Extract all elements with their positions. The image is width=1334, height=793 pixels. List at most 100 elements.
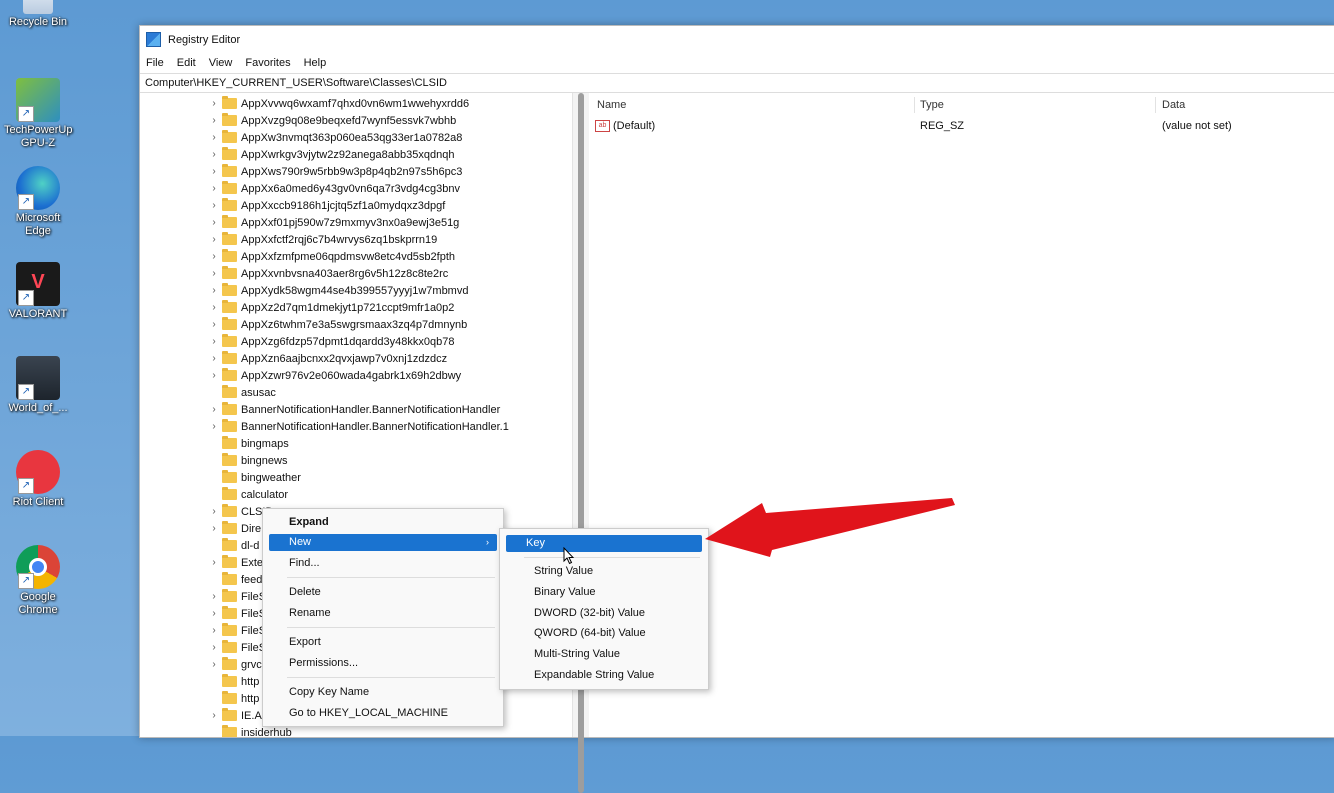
- desktop-icon-world-of[interactable]: ↗ World_of_...: [4, 356, 72, 415]
- chevron-right-icon[interactable]: ›: [208, 336, 220, 347]
- chevron-right-icon[interactable]: ›: [208, 642, 220, 653]
- submenu-item-multi-string-value[interactable]: Multi-String Value: [500, 646, 708, 663]
- tree-item[interactable]: http: [208, 690, 259, 707]
- chevron-right-icon[interactable]: ›: [208, 98, 220, 109]
- desktop-icon-recycle-bin[interactable]: Recycle Bin: [4, 0, 72, 29]
- submenu-item-qword-value[interactable]: QWORD (64-bit) Value: [500, 625, 708, 642]
- tree-item[interactable]: › Dire: [208, 520, 261, 537]
- tree-item[interactable]: › AppXws790r9w5rbb9w3p8p4qb2n97s5h6pc3: [208, 163, 462, 180]
- chevron-right-icon[interactable]: ›: [208, 183, 220, 194]
- tree-item[interactable]: › BannerNotificationHandler.BannerNotific…: [208, 401, 500, 418]
- tree-item[interactable]: › AppXxvnbvsna403aer8rg6v5h12z8c8te2rc: [208, 265, 448, 282]
- tree-item[interactable]: asusac: [208, 384, 276, 401]
- column-header-data[interactable]: Data: [1162, 99, 1185, 111]
- tree-item[interactable]: › AppXvzg9q08e9beqxefd7wynf5essvk7wbhb: [208, 112, 456, 129]
- tree-item[interactable]: › AppXx6a0med6y43gv0vn6qa7r3vdg4cg3bnv: [208, 180, 460, 197]
- tree-item[interactable]: › IE.As: [208, 707, 267, 724]
- chevron-right-icon[interactable]: ›: [208, 115, 220, 126]
- chevron-right-icon[interactable]: ›: [208, 608, 220, 619]
- tree-item[interactable]: dl-d: [208, 537, 259, 554]
- desktop-icon-edge[interactable]: ↗ Microsoft Edge: [4, 166, 72, 238]
- menu-item-goto-hklm[interactable]: Go to HKEY_LOCAL_MACHINE: [263, 705, 503, 722]
- tree-item[interactable]: › FileS: [208, 605, 266, 622]
- tree-item[interactable]: › AppXzn6aajbcnxx2qvxjawp7v0xnj1zdzdcz: [208, 350, 447, 367]
- desktop-icon-chrome[interactable]: ↗ Google Chrome: [4, 545, 72, 617]
- desktop-icon-gpu-z[interactable]: ↗ TechPowerUp GPU-Z: [4, 78, 72, 150]
- menu-item-delete[interactable]: Delete: [263, 584, 503, 601]
- chevron-right-icon[interactable]: ›: [208, 302, 220, 313]
- tree-item[interactable]: › AppXz6twhm7e3a5swgrsmaax3zq4p7dmnynb: [208, 316, 467, 333]
- tree-item[interactable]: › AppXxfzmfpme06qpdmsvw8etc4vd5sb2fpth: [208, 248, 455, 265]
- tree-item[interactable]: › AppXydk58wgm44se4b399557yyyj1w7mbmvd: [208, 282, 468, 299]
- tree-item[interactable]: › AppXxf01pj590w7z9mxmyv3nx0a9ewj3e51g: [208, 214, 459, 231]
- submenu-item-binary-value[interactable]: Binary Value: [500, 584, 708, 601]
- chevron-right-icon[interactable]: ›: [208, 557, 220, 568]
- menu-view[interactable]: View: [209, 57, 233, 69]
- tree-item[interactable]: › AppXvvwq6wxamf7qhxd0vn6wm1wwehyxrdd6: [208, 95, 469, 112]
- chevron-right-icon[interactable]: ›: [208, 421, 220, 432]
- submenu-item-string-value[interactable]: String Value: [500, 563, 708, 580]
- menu-item-find[interactable]: Find...: [263, 555, 503, 572]
- tree-item[interactable]: › AppXxfctf2rqj6c7b4wrvys6zq1bskprrn19: [208, 231, 437, 248]
- tree-item[interactable]: feed: [208, 571, 262, 588]
- chevron-right-icon[interactable]: ›: [208, 268, 220, 279]
- chevron-right-icon[interactable]: ›: [208, 217, 220, 228]
- submenu-item-expandable-string-value[interactable]: Expandable String Value: [500, 667, 708, 684]
- value-row[interactable]: ab (Default): [595, 120, 655, 133]
- folder-icon: [222, 572, 237, 585]
- tree-item[interactable]: › AppXw3nvmqt363p060ea53qg33er1a0782a8: [208, 129, 462, 146]
- column-header-name[interactable]: Name: [597, 99, 626, 111]
- tree-item[interactable]: › AppXzg6fdzp57dpmt1dqardd3y48kkx0qb78: [208, 333, 454, 350]
- chevron-right-icon[interactable]: ›: [208, 710, 220, 721]
- column-header-type[interactable]: Type: [920, 99, 944, 111]
- chevron-right-icon[interactable]: ›: [208, 234, 220, 245]
- tree-item[interactable]: › AppXxccb9186h1jcjtq5zf1a0mydqxz3dpgf: [208, 197, 445, 214]
- menu-edit[interactable]: Edit: [177, 57, 196, 69]
- chevron-right-icon[interactable]: ›: [208, 506, 220, 517]
- menu-item-rename[interactable]: Rename: [263, 605, 503, 622]
- chevron-right-icon[interactable]: ›: [208, 659, 220, 670]
- chevron-right-icon[interactable]: ›: [208, 370, 220, 381]
- tree-item[interactable]: › AppXzwr976v2e060wada4gabrk1x69h2dbwy: [208, 367, 461, 384]
- desktop-icon-riot-client[interactable]: ↗ Riot Client: [4, 450, 72, 509]
- menu-item-permissions[interactable]: Permissions...: [263, 655, 503, 672]
- chevron-right-icon[interactable]: ›: [208, 149, 220, 160]
- chevron-right-icon[interactable]: ›: [208, 166, 220, 177]
- tree-item[interactable]: › grvc: [208, 656, 262, 673]
- chevron-right-icon[interactable]: ›: [208, 200, 220, 211]
- menu-item-copy-key-name[interactable]: Copy Key Name: [263, 684, 503, 701]
- submenu-item-dword-value[interactable]: DWORD (32-bit) Value: [500, 605, 708, 622]
- title-bar[interactable]: Registry Editor: [140, 26, 1334, 53]
- menu-item-expand[interactable]: Expand: [263, 514, 503, 531]
- tree-item[interactable]: › FileS: [208, 639, 266, 656]
- chevron-right-icon[interactable]: ›: [208, 591, 220, 602]
- chevron-right-icon[interactable]: ›: [208, 319, 220, 330]
- menu-help[interactable]: Help: [304, 57, 327, 69]
- menu-item-new[interactable]: New ›: [269, 534, 497, 551]
- desktop-icon-valorant[interactable]: V ↗ VALORANT: [4, 262, 72, 321]
- tree-item[interactable]: › AppXwrkgv3vjytw2z92anega8abb35xqdnqh: [208, 146, 454, 163]
- tree-item[interactable]: bingnews: [208, 452, 287, 469]
- chevron-right-icon[interactable]: ›: [208, 523, 220, 534]
- chevron-right-icon[interactable]: ›: [208, 625, 220, 636]
- chevron-right-icon[interactable]: ›: [208, 132, 220, 143]
- tree-item[interactable]: calculator: [208, 486, 288, 503]
- tree-item[interactable]: bingmaps: [208, 435, 289, 452]
- tree-item[interactable]: bingweather: [208, 469, 301, 486]
- menu-favorites[interactable]: Favorites: [245, 57, 290, 69]
- tree-item[interactable]: › FileS: [208, 622, 266, 639]
- tree-item[interactable]: › AppXz2d7qm1dmekjyt1p721ccpt9mfr1a0p2: [208, 299, 454, 316]
- tree-item[interactable]: http: [208, 673, 259, 690]
- menu-file[interactable]: File: [146, 57, 164, 69]
- address-bar[interactable]: Computer\HKEY_CURRENT_USER\Software\Clas…: [140, 73, 1334, 93]
- folder-icon: [222, 436, 237, 449]
- chevron-right-icon[interactable]: ›: [208, 353, 220, 364]
- chevron-right-icon[interactable]: ›: [208, 285, 220, 296]
- tree-item[interactable]: › BannerNotificationHandler.BannerNotific…: [208, 418, 509, 435]
- submenu-item-key[interactable]: Key: [506, 535, 702, 552]
- chevron-right-icon[interactable]: ›: [208, 404, 220, 415]
- chevron-right-icon[interactable]: ›: [208, 251, 220, 262]
- menu-item-export[interactable]: Export: [263, 634, 503, 651]
- tree-item[interactable]: › Exte: [208, 554, 263, 571]
- tree-item[interactable]: › FileS: [208, 588, 266, 605]
